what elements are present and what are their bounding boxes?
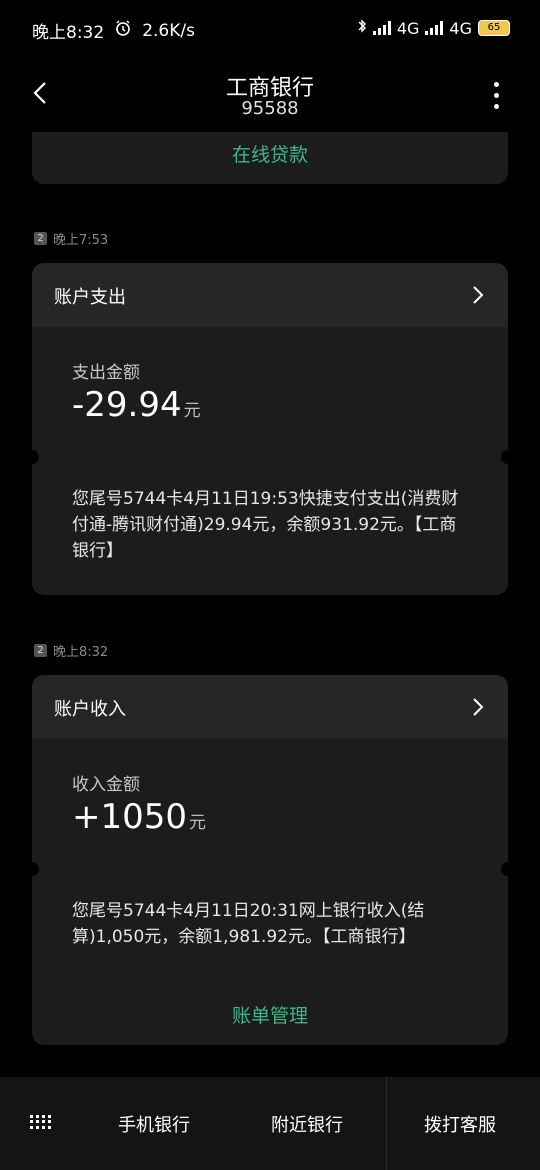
network-type-1: 4G bbox=[396, 18, 420, 38]
menu-divider bbox=[386, 1077, 387, 1170]
chevron-right-icon bbox=[470, 697, 486, 717]
page-subtitle: 95588 bbox=[241, 98, 299, 119]
sim-badge: 2 bbox=[34, 232, 47, 245]
amount-value: -29.94 元 bbox=[72, 385, 201, 425]
signal-icon-2 bbox=[425, 21, 444, 35]
amount-label: 收入金额 bbox=[72, 775, 140, 795]
mobile-banking-button[interactable]: 手机银行 bbox=[118, 1111, 190, 1137]
signal-icon bbox=[372, 21, 391, 35]
message-body: 您尾号5744卡4月11日19:53快捷支付支出(消费财付通-腾讯财付通)29.… bbox=[72, 489, 459, 561]
card-notch-right bbox=[501, 450, 508, 464]
call-service-button[interactable]: 拨打客服 bbox=[424, 1111, 496, 1137]
card-header-label: 账户支出 bbox=[54, 287, 126, 308]
message-body: 您尾号5744卡4月11日20:31网上银行收入(结算)1,050元，余额1,9… bbox=[72, 901, 425, 947]
conversation-header: 工商银行 95588 bbox=[0, 64, 540, 130]
chevron-right-icon bbox=[470, 285, 486, 305]
more-options-icon[interactable] bbox=[494, 82, 500, 109]
status-right: 4G 4G 65 bbox=[357, 18, 510, 38]
timestamp-text: 晚上7:53 bbox=[53, 233, 109, 248]
amount-number: -29.94 bbox=[72, 385, 182, 425]
amount-label: 支出金额 bbox=[72, 363, 140, 383]
amount-unit: 元 bbox=[189, 813, 207, 833]
message-timestamp: 2 晚上8:32 bbox=[34, 641, 108, 660]
status-bar: 晚上8:32 2.6K/s 4G 4G 65 bbox=[0, 0, 540, 58]
bottom-menu-bar: 手机银行 附近银行 拨打客服 bbox=[0, 1077, 540, 1170]
income-message-card[interactable]: 账户收入 收入金额 +1050 元 您尾号5744卡4月11日20:31网上银行收… bbox=[32, 675, 508, 1045]
timestamp-text: 晚上8:32 bbox=[53, 645, 109, 660]
card-notch-right bbox=[501, 862, 508, 876]
card-notch-left bbox=[32, 450, 39, 464]
card-header-label: 账户收入 bbox=[54, 699, 126, 720]
amount-unit: 元 bbox=[183, 401, 201, 421]
online-loan-link[interactable]: 在线贷款 bbox=[32, 140, 508, 167]
previous-message-card: 在线贷款 bbox=[32, 132, 508, 184]
net-speed: 2.6K/s bbox=[142, 20, 195, 41]
message-timestamp: 2 晚上7:53 bbox=[34, 229, 108, 248]
card-notch-left bbox=[32, 862, 39, 876]
amount-number: +1050 bbox=[72, 797, 188, 837]
bill-management-link[interactable]: 账单管理 bbox=[32, 1001, 508, 1028]
network-type-2: 4G bbox=[449, 18, 472, 38]
expense-message-card[interactable]: 账户支出 支出金额 -29.94 元 您尾号5744卡4月11日19:53快捷支付… bbox=[32, 263, 508, 595]
status-left: 晚上8:32 2.6K/s bbox=[32, 18, 195, 43]
card-header[interactable]: 账户收入 bbox=[32, 675, 508, 739]
amount-value: +1050 元 bbox=[72, 797, 206, 837]
keyboard-icon[interactable] bbox=[30, 1115, 51, 1129]
battery-icon: 65 bbox=[478, 20, 510, 36]
status-time: 晚上8:32 bbox=[32, 23, 105, 43]
sim-badge: 2 bbox=[34, 644, 47, 657]
nearby-bank-button[interactable]: 附近银行 bbox=[271, 1111, 343, 1137]
card-header[interactable]: 账户支出 bbox=[32, 263, 508, 327]
bluetooth-icon bbox=[357, 18, 367, 38]
alarm-icon bbox=[114, 19, 132, 42]
